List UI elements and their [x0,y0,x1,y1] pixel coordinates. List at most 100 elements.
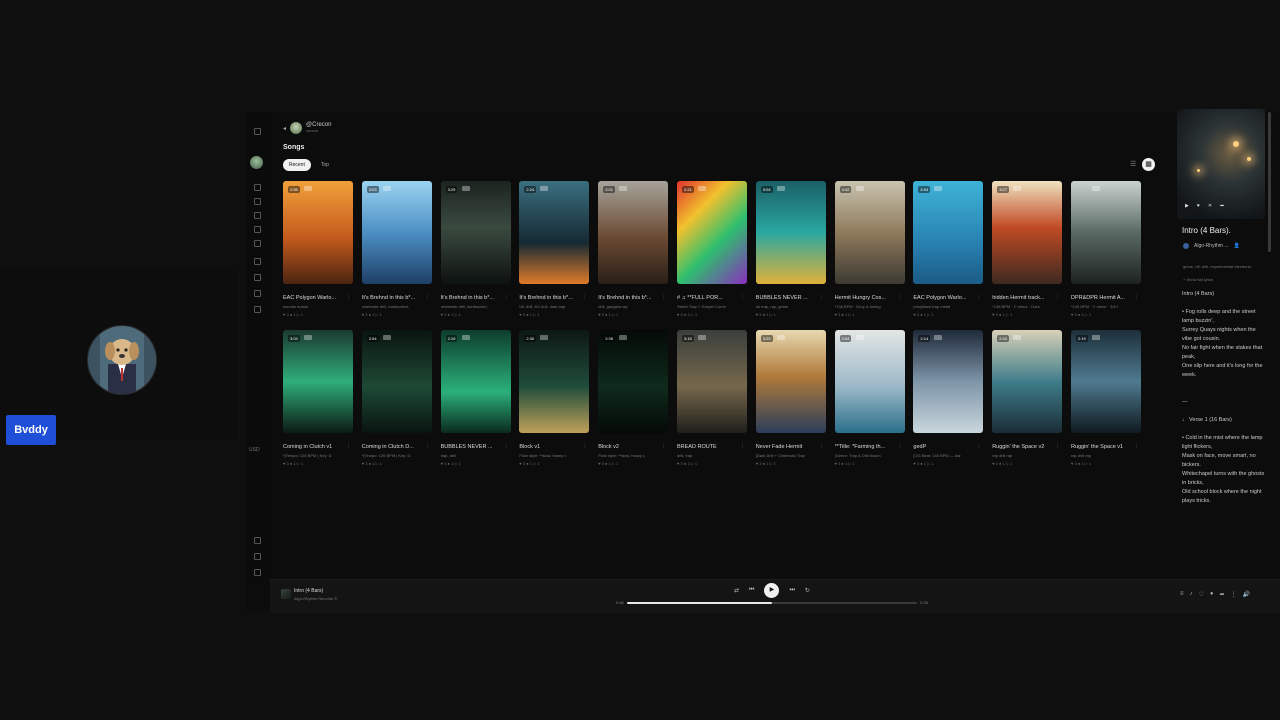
settings-icon[interactable] [254,537,261,544]
song-artwork[interactable]: 3:15 [677,330,747,433]
upload-icon[interactable] [254,290,261,297]
song-card[interactable]: 2:35 Block v2 ⋮ Flow style: **slow, heavy c… [598,330,669,466]
song-more-icon[interactable]: ⋮ [976,443,981,449]
song-title[interactable]: EAC Polygon Warlo... [283,295,345,301]
song-card[interactable]: 2:55 EAC Polygon Warlo... ⋮ sounds nostal ♥ … [283,181,353,317]
progress-bar[interactable] [627,602,917,604]
song-card[interactable]: 2:01 It's Brehnd in this b*... ⋮ drill, gan… [598,181,669,317]
song-more-icon[interactable]: ⋮ [819,294,824,300]
song-more-icon[interactable]: ⋮ [425,443,430,449]
song-more-icon[interactable]: ⋮ [661,294,666,300]
song-title[interactable]: DPR&DPR Hermit A... [1071,295,1133,301]
tab-recent[interactable]: Recent [283,159,311,171]
explore-icon[interactable] [254,240,261,247]
song-card[interactable]: 2:43 Ruggin' the Space v2 ⋮ rap drill rap ♥ … [992,330,1063,466]
song-title[interactable]: BUBBLES NEVER ... [756,295,818,301]
song-more-icon[interactable]: ⋮ [346,294,351,300]
song-title[interactable]: # ♫ **FULL POR... [677,295,739,301]
song-card[interactable]: 2:54 Coming in Clutch D... ⋮ *[Tempo: 126 B… [361,330,432,466]
song-artwork[interactable]: 4:04 [913,181,984,284]
previous-icon[interactable]: ⏮ [749,587,754,594]
song-more-icon[interactable]: ⋮ [898,443,903,449]
show-more-link[interactable]: + Show full lyrics [1183,277,1213,282]
play-icon[interactable]: ▶ [1185,203,1189,209]
song-title[interactable]: BREAD ROUTE [677,444,739,450]
song-title[interactable]: Ruggin' the Space v2 [992,444,1054,450]
library-icon[interactable] [254,212,261,219]
song-title[interactable]: Never Fade Hermit [756,444,818,450]
song-card[interactable]: DPR&DPR Hermit A... ⋮ *140 BPM · C minor ·… [1071,181,1141,317]
song-title[interactable]: Ruggin' the Space v1 [1071,444,1133,450]
song-card[interactable]: 3:27 hidden Hermit track... ⋮ *138 BPM · C … [992,181,1063,317]
song-card[interactable]: 3:29 Never Fade Hermit ⋮ [Dark Drill + Cine… [755,330,826,466]
song-artwork[interactable]: 2:30 [519,330,590,433]
song-more-icon[interactable]: ⋮ [740,294,745,300]
player-artwork[interactable] [281,589,291,599]
song-title[interactable]: Block v2 [598,444,660,450]
song-card[interactable]: 2:19 Ruggin' the Space v1 ⋮ rap drill rap ♥ … [1071,330,1141,466]
song-title[interactable]: Block v1 [519,444,581,450]
repeat-icon[interactable]: ↻ [805,587,810,594]
song-title[interactable]: It's Brehnd in this b*... [519,295,581,301]
grid-view-icon[interactable]: ▦ [1142,158,1155,171]
song-card[interactable]: 2:30 Block v1 ⋮ Flow style: **slow, heavy c… [519,330,590,466]
song-artwork[interactable]: 3:29 [755,330,826,433]
song-artwork[interactable] [1071,181,1141,284]
song-more-icon[interactable]: ⋮ [582,294,587,300]
create-icon[interactable] [254,198,261,205]
song-card[interactable]: 2:19 BUBBLES NEVER ... ⋮ trap, drill ♥ 3 ● 1… [440,330,511,466]
song-artwork[interactable]: 2:01 [598,181,669,284]
share-icon[interactable]: ➦ [1220,203,1224,209]
song-artwork[interactable]: 2:43 [992,330,1063,433]
song-title[interactable]: Coming in Clutch v1 [283,444,345,450]
player-title[interactable]: Intro (4 Bars) [294,588,323,594]
playlist-icon[interactable] [254,258,261,265]
artist-avatar[interactable] [1183,243,1189,249]
song-title[interactable]: Coming in Clutch D... [362,444,424,450]
song-more-icon[interactable]: ⋮ [425,294,430,300]
song-card[interactable]: 2:24 It's Brehnd in this b*... ⋮ UK drill, … [519,181,590,317]
song-artwork[interactable]: 3:04 [755,181,826,284]
song-card[interactable]: 4:04 EAC Polygon Warlo... ⋮ prisyblack trap… [913,181,984,317]
player-artist[interactable]: Algo-Rhythm Records ® [294,596,337,601]
song-card[interactable]: 2:54 **Title: *Farming th... ⋮ [Genre: Trap… [834,330,905,466]
song-artwork[interactable]: 2:55 [283,181,353,284]
song-more-icon[interactable]: ⋮ [1055,443,1060,449]
song-title[interactable]: hidden Hermit track... [992,295,1054,301]
song-title[interactable]: BUBBLES NEVER ... [441,444,503,450]
song-more-icon[interactable]: ⋮ [1134,294,1139,300]
song-card[interactable]: 3:04 BUBBLES NEVER ... ⋮ uk trap, rap, grim… [755,181,826,317]
profile-avatar[interactable] [290,122,303,134]
song-card[interactable]: 2:21 # ♫ **FULL POR... ⋮ Street Trap + Gosp… [677,181,747,317]
song-title[interactable]: gedP [913,444,975,450]
song-card[interactable]: 3:29 It's Brehnd in this b*... ⋮ cinematic … [440,181,511,317]
song-artwork[interactable]: 3:27 [992,181,1063,284]
song-artwork[interactable]: 2:35 [598,330,669,433]
notification-icon[interactable] [254,274,261,281]
queue-icon[interactable]: ≡ [1180,591,1184,598]
song-artwork[interactable]: 3:03 [283,330,353,433]
song-more-icon[interactable]: ⋮ [661,443,666,449]
song-card[interactable]: 3:15 BREAD ROUTE ⋮ drill, trap ♥ 3 ● 1 ▷ 1 [677,330,747,466]
song-card[interactable]: 2:14 gedP ⋮ [OG Beat: 140 BPM — dar ♥ 3 ● 1 … [913,330,984,466]
song-artwork[interactable]: 2:24 [519,181,590,284]
song-more-icon[interactable]: ⋮ [582,443,587,449]
home-icon[interactable] [254,184,261,191]
menu-icon[interactable] [254,128,261,135]
song-more-icon[interactable]: ⋮ [898,294,903,300]
song-artwork[interactable]: 2:19 [440,330,511,433]
song-artwork[interactable]: 2:14 [913,330,984,433]
next-icon[interactable]: ⏭ [789,587,794,594]
song-artwork[interactable]: 3:29 [440,181,511,284]
song-more-icon[interactable]: ⋮ [1055,294,1060,300]
play-pause-button[interactable]: ▶ [764,583,780,598]
lyrics-icon[interactable]: ♪ [1190,591,1193,598]
song-more-icon[interactable]: ⋮ [819,443,824,449]
song-artwork[interactable]: 2:54 [361,330,432,433]
song-more-icon[interactable]: ⋮ [1134,443,1139,449]
comment-icon[interactable]: ● [1210,591,1214,598]
dislike-icon[interactable]: ✕ [1208,203,1212,209]
song-title[interactable]: EAC Polygon Warlo... [913,295,975,301]
song-title[interactable]: Hermit Hungry Cos... [835,295,897,301]
song-artwork[interactable]: 2:19 [1071,330,1141,433]
